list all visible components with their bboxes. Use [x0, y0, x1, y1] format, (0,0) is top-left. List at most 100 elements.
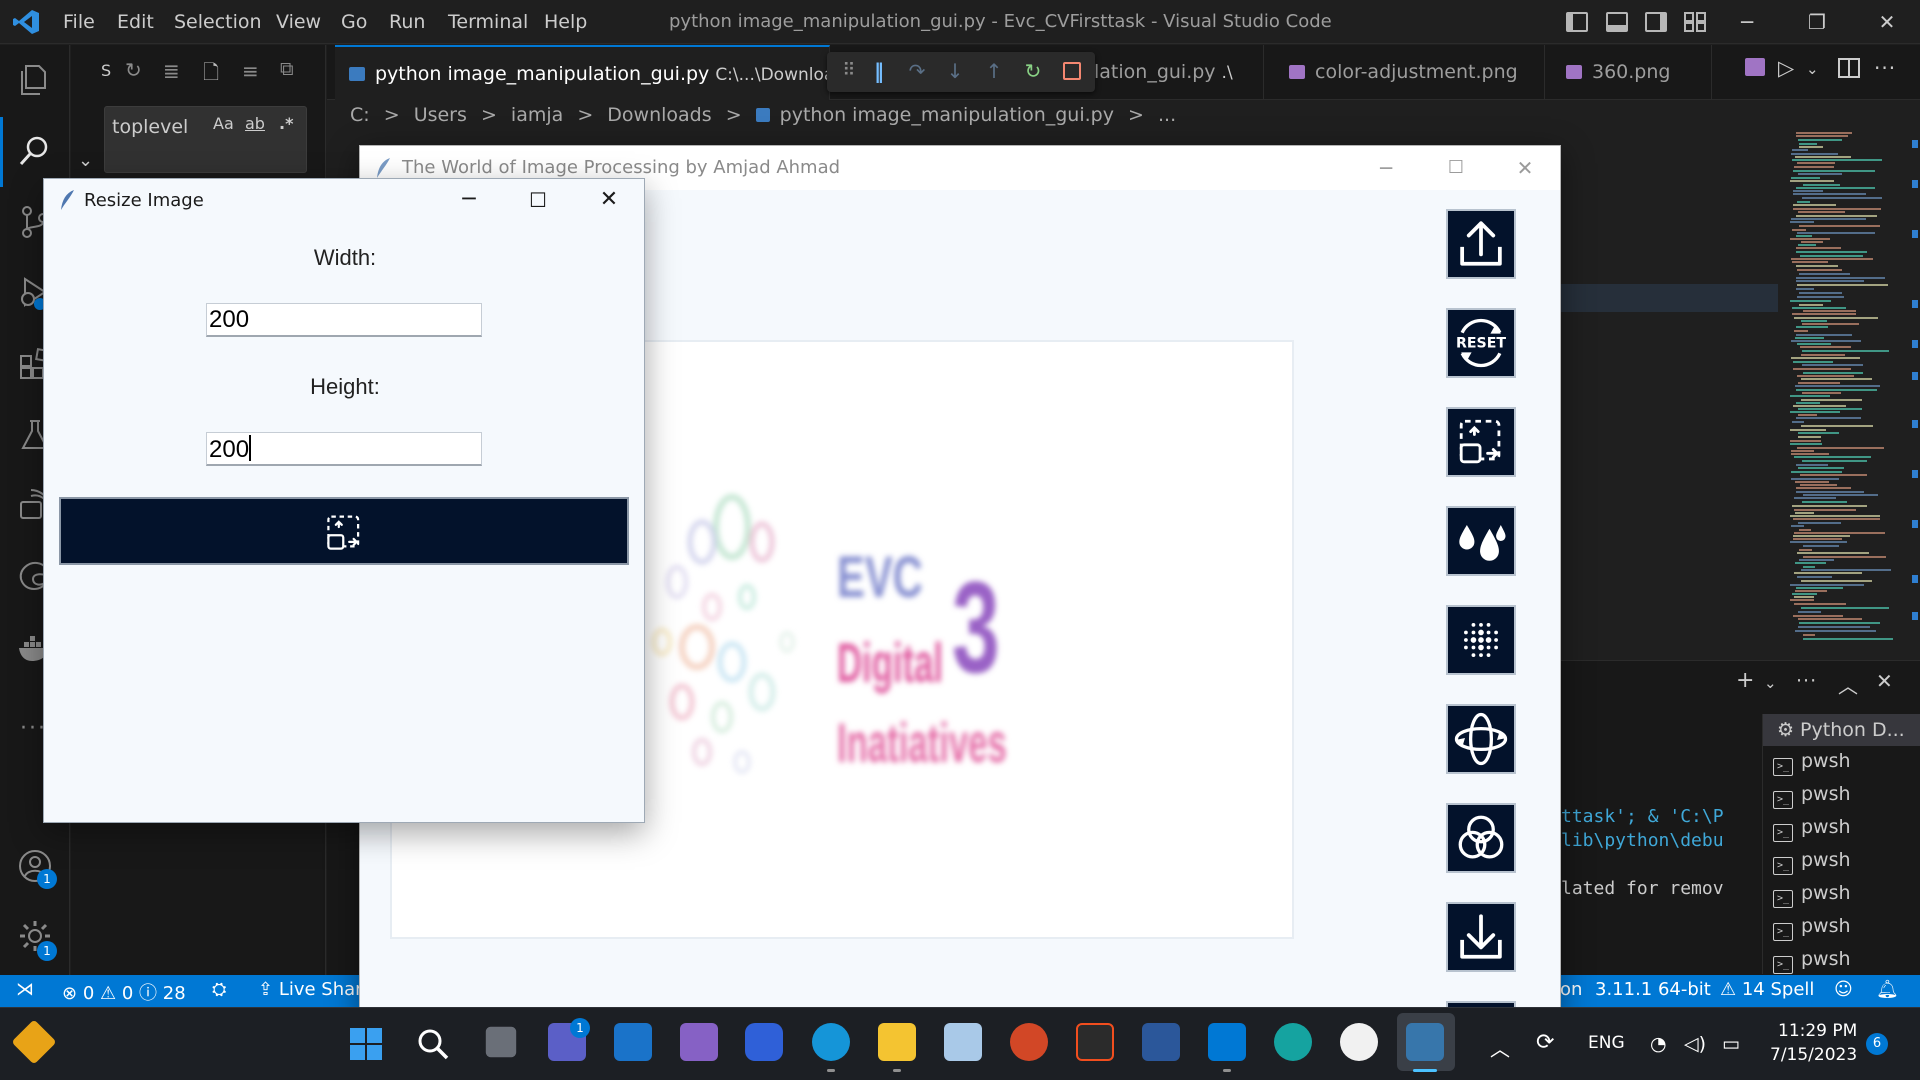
clear-results-icon[interactable]: ≣	[163, 59, 180, 83]
terminal-session-item[interactable]: >_ pwsh	[1773, 915, 1851, 941]
use-regex-icon[interactable]: .*	[279, 114, 293, 133]
tab-360-png[interactable]: 360.png	[1552, 45, 1712, 100]
split-editor-icon[interactable]	[1838, 58, 1860, 78]
run-python-file-icon[interactable]: ▷	[1778, 56, 1794, 80]
menu-go[interactable]: Go	[341, 11, 367, 33]
debug-pause-icon[interactable]: ‖	[866, 58, 892, 84]
language-indicator[interactable]: ENG	[1588, 1033, 1625, 1053]
minimap[interactable]	[1786, 130, 1902, 650]
maximize-panel-icon[interactable]: ︿	[1838, 670, 1858, 699]
toggle-secondary-sidebar-icon[interactable]	[1645, 12, 1667, 32]
refresh-icon[interactable]: ↻	[125, 58, 142, 82]
toggle-panel-icon[interactable]	[1606, 12, 1628, 32]
explorer-icon[interactable]	[17, 62, 53, 98]
minimize-icon[interactable]: ─	[1735, 10, 1759, 34]
dialog-close-icon[interactable]: ✕	[594, 185, 624, 215]
start-icon[interactable]	[349, 1027, 383, 1061]
filter-button[interactable]	[1446, 605, 1516, 675]
main-close-icon[interactable]: ✕	[1511, 154, 1539, 182]
breadcrumb-item[interactable]: C:	[350, 104, 370, 126]
remote-indicator-icon[interactable]: ⋊	[16, 979, 34, 1000]
edge-icon[interactable]	[812, 1023, 850, 1061]
terminal-session-item[interactable]: >_ pwsh	[1773, 750, 1851, 776]
toggle-replace-chevron-icon[interactable]: ⌄	[78, 150, 93, 171]
terminal-session-item[interactable]: >_ pwsh	[1773, 849, 1851, 875]
wifi-icon[interactable]: ◔	[1650, 1033, 1667, 1055]
menu-edit[interactable]: Edit	[117, 11, 154, 33]
clock-date[interactable]: 7/15/2023	[1770, 1045, 1857, 1065]
rotate-button[interactable]	[1446, 704, 1516, 774]
menu-terminal[interactable]: Terminal	[448, 11, 528, 33]
match-case-icon[interactable]: Aa	[213, 114, 234, 133]
terminal-dropdown-chevron-icon[interactable]: ⌄	[1764, 674, 1777, 692]
new-search-editor-icon[interactable]: 🗋	[203, 58, 219, 92]
python-status-tail[interactable]: on	[1560, 979, 1582, 1000]
debug-step-into-icon[interactable]: ↓	[942, 58, 968, 84]
color-channels-button[interactable]	[1446, 803, 1516, 873]
download-image-button[interactable]	[1446, 902, 1516, 972]
debug-status-icon[interactable]: ⛭	[212, 979, 226, 1000]
breadcrumb-item[interactable]: python image_manipulation_gui.py	[780, 104, 1114, 126]
volume-icon[interactable]: ◁)	[1684, 1033, 1706, 1055]
resize-image-button[interactable]	[1446, 407, 1516, 477]
width-input[interactable]: 200	[206, 303, 482, 337]
close-panel-icon[interactable]: ✕	[1876, 669, 1893, 693]
match-whole-word-icon[interactable]: ab	[245, 114, 265, 133]
menu-view[interactable]: View	[276, 11, 321, 33]
apply-resize-button[interactable]	[59, 497, 629, 565]
tab-lation-gui[interactable]: lation_gui.py .\	[1080, 45, 1264, 100]
dialog-minimize-icon[interactable]: ─	[454, 185, 484, 215]
menu-help[interactable]: Help	[544, 11, 587, 33]
show-hidden-icons-chevron-icon[interactable]: ︿	[1490, 1033, 1510, 1062]
vscode-taskbar-icon[interactable]	[1208, 1023, 1246, 1061]
live-share-status[interactable]: ⇪ Live Share	[258, 979, 373, 1000]
breadcrumb-item[interactable]: Downloads	[607, 104, 711, 126]
sync-tray-icon[interactable]: ⟳	[1536, 1030, 1554, 1055]
debug-drag-handle-icon[interactable]: ⠿	[836, 58, 862, 84]
dialog-maximize-icon[interactable]: ☐	[523, 185, 553, 215]
upload-image-button[interactable]	[1446, 209, 1516, 279]
visual-studio-icon[interactable]	[680, 1023, 718, 1061]
battery-icon[interactable]: ▭	[1722, 1033, 1740, 1055]
run-dropdown-chevron-icon[interactable]: ⌄	[1806, 60, 1819, 78]
debug-restart-icon[interactable]: ↻	[1020, 58, 1046, 84]
task-view-icon[interactable]	[485, 1026, 517, 1058]
terminal-session-item[interactable]: ⚙ Python D...	[1763, 714, 1920, 746]
breadcrumb-item[interactable]: Users	[414, 104, 467, 126]
notification-count-badge[interactable]: 6	[1866, 1033, 1888, 1055]
open-preview-icon[interactable]	[1745, 58, 1765, 76]
copilot-app-icon[interactable]	[745, 1023, 783, 1061]
terminal-session-item[interactable]: >_ pwsh	[1773, 816, 1851, 842]
height-input[interactable]: 200	[206, 432, 482, 466]
breadcrumb-item[interactable]: ...	[1158, 104, 1176, 126]
main-maximize-icon[interactable]: ☐	[1442, 154, 1470, 182]
problems-status[interactable]: ⊗ 0 ⚠ 0 ⓘ 28	[62, 979, 186, 1005]
menu-run[interactable]: Run	[389, 11, 425, 33]
main-minimize-icon[interactable]: ─	[1372, 154, 1400, 182]
python-version-status[interactable]: 3.11.1 64-bit	[1595, 979, 1711, 1000]
breadcrumb-item[interactable]: iamja	[511, 104, 563, 126]
restore-icon[interactable]: ❐	[1805, 10, 1829, 34]
spell-status[interactable]: ⚠ 14 Spell	[1720, 979, 1814, 1000]
clock-time[interactable]: 11:29 PM	[1778, 1021, 1857, 1041]
powerpoint-icon[interactable]	[1010, 1023, 1048, 1061]
notifications-bell-icon[interactable]: 🔔︎	[1876, 979, 1899, 1000]
feedback-icon[interactable]: ☺	[1834, 979, 1853, 1000]
close-icon[interactable]: ✕	[1875, 10, 1899, 34]
collapse-all-icon[interactable]: ⧉	[280, 58, 294, 80]
figma-icon[interactable]	[1076, 1023, 1114, 1061]
terminal-session-item[interactable]: >_ pwsh	[1773, 882, 1851, 908]
debug-stop-icon[interactable]	[1063, 62, 1081, 80]
customize-layout-icon[interactable]	[1684, 12, 1706, 32]
debug-step-over-icon[interactable]: ↷	[904, 58, 930, 84]
search-icon[interactable]	[17, 133, 53, 169]
panel-more-icon[interactable]: ···	[1796, 670, 1817, 692]
android-studio-icon[interactable]	[1340, 1023, 1378, 1061]
word-icon[interactable]	[1142, 1023, 1180, 1061]
menu-file[interactable]: File	[63, 11, 95, 33]
3d-viewer-icon[interactable]	[944, 1023, 982, 1061]
terminal-session-item[interactable]: >_ pwsh	[1773, 783, 1851, 809]
color-adjust-button[interactable]	[1446, 506, 1516, 576]
dialog-titlebar[interactable]: Resize Image ─ ☐ ✕	[44, 179, 644, 221]
file-explorer-icon[interactable]	[878, 1023, 916, 1061]
